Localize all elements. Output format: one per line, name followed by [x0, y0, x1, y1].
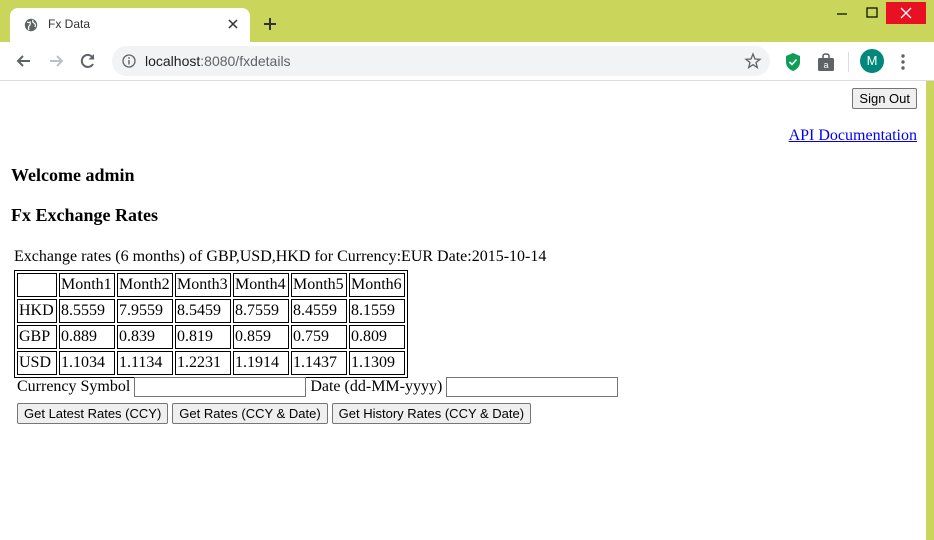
browser-tab[interactable]: Fx Data: [10, 8, 250, 42]
rate-cell: 8.1559: [349, 299, 405, 323]
currency-symbol-label: Currency Symbol: [17, 378, 131, 395]
star-icon[interactable]: [744, 52, 762, 70]
back-icon[interactable]: [14, 51, 34, 71]
rate-cell: 7.9559: [117, 299, 173, 323]
rate-cell: 1.1914: [233, 351, 289, 375]
get-latest-rates-button[interactable]: Get Latest Rates (CCY): [17, 403, 169, 424]
sign-out-button[interactable]: Sign Out: [852, 88, 917, 109]
date-input[interactable]: [446, 377, 619, 397]
column-header: Month1: [59, 273, 115, 297]
avatar[interactable]: M: [860, 49, 884, 73]
maximize-icon[interactable]: [856, 2, 888, 24]
table-row: HKD 8.5559 7.9559 8.5459 8.7559 8.4559 8.1559: [17, 299, 405, 323]
rate-cell: 0.889: [59, 325, 115, 349]
rate-cell: 8.5459: [175, 299, 231, 323]
url-text[interactable]: localhost:8080/fxdetails: [145, 53, 291, 69]
rates-caption: Exchange rates (6 months) of GBP,USD,HKD…: [14, 248, 547, 265]
url-host: localhost: [145, 53, 201, 69]
bag-icon[interactable]: a: [816, 52, 836, 72]
rates-table: Month1 Month2 Month3 Month4 Month5 Month6 HKD 8…: [14, 270, 408, 378]
window-close-icon[interactable]: [886, 2, 926, 24]
welcome-heading: Welcome admin: [11, 165, 135, 185]
row-label: GBP: [17, 325, 57, 349]
rate-cell: 1.1309: [349, 351, 405, 375]
rate-cell: 1.2231: [175, 351, 231, 375]
page-viewport: Sign Out API Documentation Welcome admin…: [0, 81, 926, 540]
table-row: GBP 0.889 0.839 0.819 0.859 0.759 0.809: [17, 325, 405, 349]
rate-cell: 0.819: [175, 325, 231, 349]
address-bar[interactable]: localhost:8080/fxdetails: [112, 46, 770, 76]
url-path: :8080/fxdetails: [200, 53, 291, 69]
rate-cell: 1.1034: [59, 351, 115, 375]
row-label: HKD: [17, 299, 57, 323]
tab-title: Fx Data: [48, 17, 91, 31]
browser-titlebar: Fx Data: [0, 0, 934, 42]
reload-icon[interactable]: [78, 51, 98, 71]
minimize-icon[interactable]: [826, 2, 858, 24]
browser-toolbar: localhost:8080/fxdetails a M: [0, 42, 934, 81]
column-header: Month2: [117, 273, 173, 297]
plus-icon[interactable]: [262, 16, 278, 32]
get-history-rates-button[interactable]: Get History Rates (CCY & Date): [331, 403, 532, 424]
rate-cell: 8.4559: [291, 299, 347, 323]
table-corner-cell: [17, 273, 57, 297]
shield-icon[interactable]: [784, 52, 802, 72]
rate-cell: 1.1437: [291, 351, 347, 375]
table-row: USD 1.1034 1.1134 1.2231 1.1914 1.1437 1.1309: [17, 351, 405, 375]
toolbar-separator: [848, 52, 849, 72]
rate-cell: 0.809: [349, 325, 405, 349]
menu-icon[interactable]: [896, 53, 910, 71]
globe-icon: [24, 18, 38, 32]
close-icon[interactable]: [226, 17, 240, 31]
rate-cell: 0.839: [117, 325, 173, 349]
info-icon[interactable]: [122, 54, 136, 68]
rate-cell: 0.759: [291, 325, 347, 349]
rate-cell: 0.859: [233, 325, 289, 349]
page-title: Fx Exchange Rates: [11, 205, 158, 225]
search-form: Currency Symbol Date (dd-MM-yyyy): [17, 377, 622, 397]
forward-icon[interactable]: [46, 51, 66, 71]
row-label: USD: [17, 351, 57, 375]
currency-symbol-input[interactable]: [134, 377, 307, 397]
table-header-row: Month1 Month2 Month3 Month4 Month5 Month6: [17, 273, 405, 297]
rate-cell: 1.1134: [117, 351, 173, 375]
column-header: Month4: [233, 273, 289, 297]
date-label: Date (dd-MM-yyyy): [310, 378, 443, 395]
api-documentation-link[interactable]: API Documentation: [789, 127, 917, 145]
action-buttons: Get Latest Rates (CCY) Get Rates (CCY & …: [17, 403, 535, 424]
rate-cell: 8.5559: [59, 299, 115, 323]
column-header: Month6: [349, 273, 405, 297]
column-header: Month5: [291, 273, 347, 297]
column-header: Month3: [175, 273, 231, 297]
svg-text:a: a: [823, 60, 828, 70]
rate-cell: 8.7559: [233, 299, 289, 323]
get-rates-button[interactable]: Get Rates (CCY & Date): [172, 403, 328, 424]
